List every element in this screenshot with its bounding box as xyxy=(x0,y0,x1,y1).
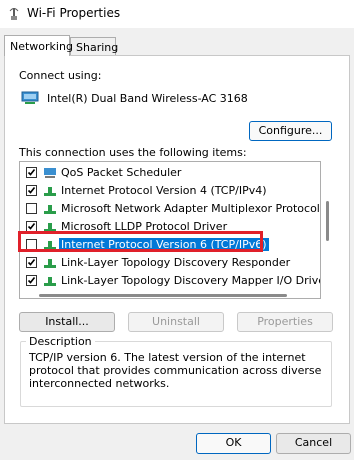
ok-button[interactable]: OK xyxy=(196,433,271,454)
protocol-icon xyxy=(43,184,57,198)
components-list[interactable]: QoS Packet Scheduler Internet Protocol V… xyxy=(19,161,321,299)
items-label: This connection uses the following items… xyxy=(19,146,247,159)
window-title: Wi-Fi Properties xyxy=(27,6,121,20)
description-title: Description xyxy=(26,335,95,348)
list-item[interactable]: Link-Layer Topology Discovery Mapper I/O… xyxy=(20,272,320,290)
list-item[interactable]: Link-Layer Topology Discovery Responder xyxy=(20,254,320,272)
item-label: Internet Protocol Version 4 (TCP/IPv4) xyxy=(61,184,267,197)
configure-button[interactable]: Configure... xyxy=(249,121,332,141)
annotation-highlight xyxy=(18,231,263,252)
description-text: TCP/IP version 6. The latest version of … xyxy=(29,351,322,390)
install-button[interactable]: Install... xyxy=(19,312,115,332)
uninstall-button[interactable]: Uninstall xyxy=(128,312,224,332)
vertical-scroll-thumb[interactable] xyxy=(326,201,329,241)
tab-networking[interactable]: Networking xyxy=(4,35,73,56)
protocol-icon xyxy=(43,202,57,216)
item-checkbox[interactable] xyxy=(26,203,37,214)
network-adapter-icon xyxy=(21,90,39,106)
horizontal-scroll-thumb[interactable] xyxy=(39,294,287,297)
connect-using-label: Connect using: xyxy=(19,69,102,82)
list-item[interactable]: QoS Packet Scheduler xyxy=(20,164,320,182)
list-item[interactable]: Microsoft Network Adapter Multiplexor Pr… xyxy=(20,200,320,218)
item-checkbox[interactable] xyxy=(26,275,37,286)
item-checkbox[interactable] xyxy=(26,257,37,268)
item-checkbox[interactable] xyxy=(26,167,37,178)
properties-button[interactable]: Properties xyxy=(237,312,333,332)
cancel-button[interactable]: Cancel xyxy=(276,433,351,454)
item-checkbox[interactable] xyxy=(26,185,37,196)
item-label: Link-Layer Topology Discovery Responder xyxy=(61,256,291,269)
wifi-properties-icon xyxy=(8,7,20,21)
qos-scheduler-icon xyxy=(43,166,57,180)
tab-sharing[interactable]: Sharing xyxy=(70,37,118,56)
item-label: Microsoft Network Adapter Multiplexor Pr… xyxy=(61,202,320,215)
protocol-icon xyxy=(43,256,57,270)
list-item[interactable]: Internet Protocol Version 4 (TCP/IPv4) xyxy=(20,182,320,200)
adapter-name: Intel(R) Dual Band Wireless-AC 3168 xyxy=(47,92,248,105)
item-label: Link-Layer Topology Discovery Mapper I/O… xyxy=(61,274,321,287)
protocol-icon xyxy=(43,274,57,288)
item-label: QoS Packet Scheduler xyxy=(61,166,182,179)
